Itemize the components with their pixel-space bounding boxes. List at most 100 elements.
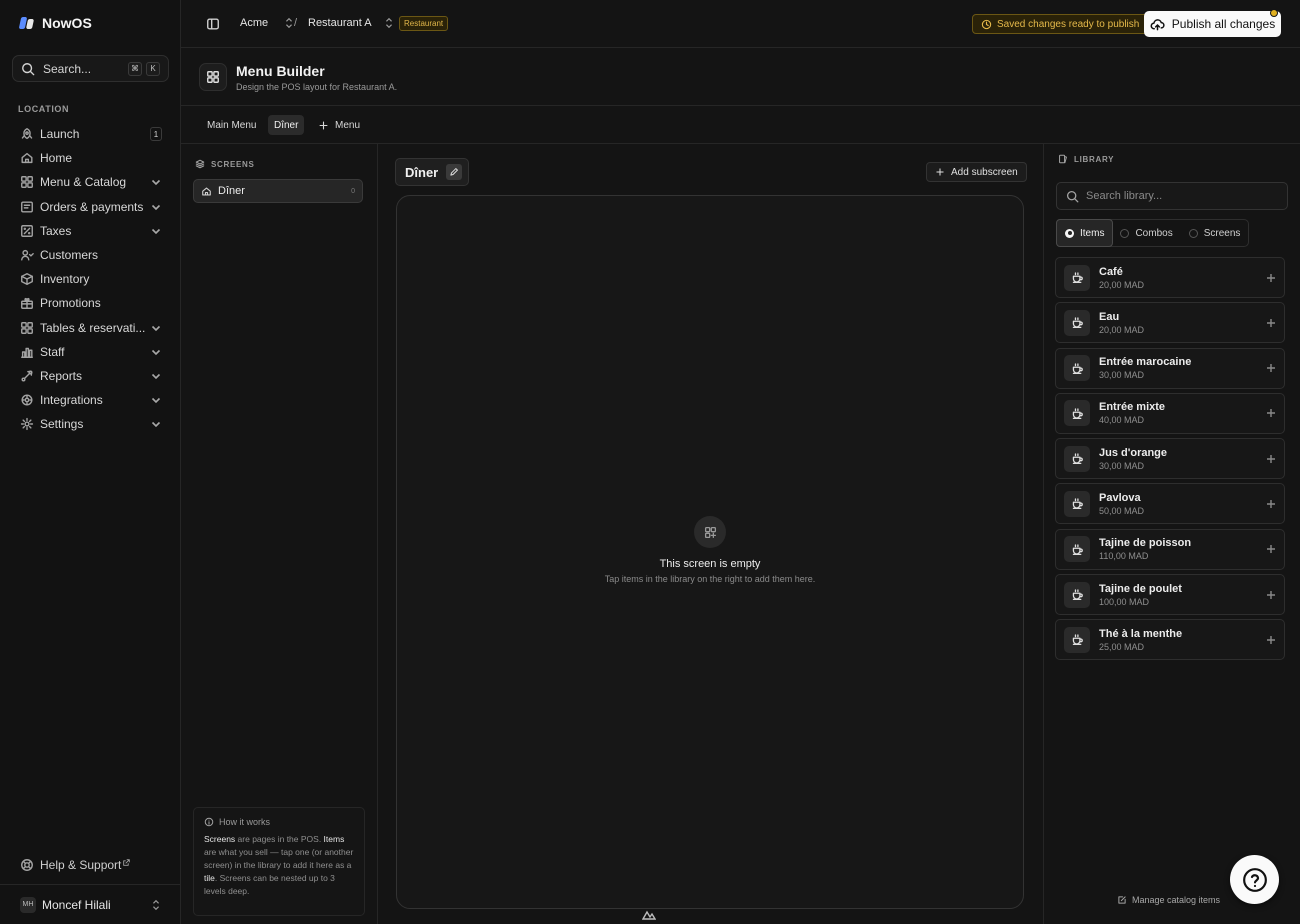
- how-text-2: are what you sell — tap one (or another …: [204, 847, 354, 870]
- library-item-name: Entrée mixte: [1099, 401, 1166, 414]
- library-tab-screens[interactable]: Screens: [1181, 220, 1249, 246]
- add-item-plus-icon[interactable]: [1266, 590, 1276, 600]
- sidebar-item-inventory[interactable]: Inventory: [14, 267, 168, 291]
- screen-canvas[interactable]: This screen is empty Tap items in the li…: [396, 195, 1024, 909]
- library-panel: LIBRARY Items Combos Screens Café20,00 M…: [1043, 144, 1300, 924]
- breadcrumb-separator: /: [294, 17, 298, 29]
- library-item[interactable]: Tajine de poulet 100,00 MAD: [1055, 574, 1285, 616]
- sidebar-toggle-button[interactable]: [206, 17, 220, 31]
- add-menu-button[interactable]: Menu: [312, 115, 366, 135]
- library-item[interactable]: Café 20,00 MAD: [1055, 257, 1285, 298]
- sidebar-item-orders-payments[interactable]: Orders & payments: [14, 195, 168, 219]
- staff-icon: [21, 347, 33, 358]
- sidebar-item-promotions[interactable]: Promotions: [14, 291, 168, 315]
- add-item-plus-icon[interactable]: [1266, 273, 1276, 283]
- home-icon: [202, 187, 211, 195]
- library-item-text: Entrée mixte 40,00 MAD: [1099, 401, 1266, 425]
- users-icon: [21, 249, 34, 261]
- library-item-text: Jus d'orange 30,00 MAD: [1099, 447, 1266, 471]
- percent-icon: [21, 224, 33, 237]
- library-item-list: Café 20,00 MAD Eau 20,00 MAD Entrée marocain…: [1055, 257, 1285, 665]
- add-item-plus-icon[interactable]: [1266, 408, 1276, 418]
- library-item-price: 20,00 MAD: [1099, 324, 1145, 335]
- library-item-text: Tajine de poisson 110,00 MAD: [1099, 537, 1266, 561]
- library-label: LIBRARY: [1074, 154, 1115, 164]
- add-item-plus-icon[interactable]: [1266, 363, 1276, 373]
- help-support-link[interactable]: Help & Support: [20, 858, 131, 872]
- library-search[interactable]: [1056, 182, 1288, 210]
- library-item[interactable]: Pavlova 50,00 MAD: [1055, 483, 1285, 525]
- sidebar-item-label: Staff: [40, 344, 65, 359]
- empty-state: This screen is empty Tap items in the li…: [397, 516, 1023, 584]
- library-item-name: Eau: [1099, 310, 1120, 323]
- pending-dot: [1270, 9, 1278, 17]
- sidebar-item-integrations[interactable]: Integrations: [14, 388, 168, 412]
- library-item[interactable]: Jus d'orange 30,00 MAD: [1055, 438, 1285, 480]
- library-item[interactable]: Thé à la menthe 25,00 MAD: [1055, 619, 1285, 661]
- sidebar-item-launch[interactable]: Launch 1: [14, 122, 168, 146]
- location-name: Restaurant A: [308, 17, 372, 29]
- box-icon: [21, 273, 33, 286]
- library-item[interactable]: Eau 20,00 MAD: [1055, 302, 1285, 344]
- screen-item-diner[interactable]: Dîner 0: [193, 179, 363, 203]
- how-term-screens: Screens: [204, 834, 236, 844]
- library-item-name: Pavlova: [1099, 491, 1141, 504]
- chevron-down-icon: [151, 180, 161, 186]
- external-link-icon: [123, 858, 131, 866]
- help-circle-icon: [21, 859, 33, 871]
- pencil-icon: [450, 168, 459, 176]
- help-label: Help & Support: [40, 858, 122, 872]
- add-item-plus-icon[interactable]: [1266, 454, 1276, 464]
- brand[interactable]: NowOS: [18, 15, 92, 31]
- publish-all-button[interactable]: Publish all changes: [1144, 9, 1281, 37]
- sidebar-item-home[interactable]: Home: [14, 146, 168, 170]
- help-chat-button[interactable]: [1230, 855, 1279, 904]
- add-item-plus-icon[interactable]: [1266, 499, 1276, 509]
- manage-catalog-link[interactable]: Manage catalog items: [1117, 895, 1220, 905]
- org-switcher[interactable]: Acme: [240, 17, 294, 29]
- add-subscreen-button[interactable]: Add subscreen: [926, 162, 1027, 182]
- menu-builder-icon: [199, 63, 227, 91]
- sidebar-item-settings[interactable]: Settings: [14, 412, 168, 436]
- home-icon: [21, 153, 33, 164]
- sidebar-item-tables-reservati[interactable]: Tables & reservati...: [14, 316, 168, 340]
- screens-panel: SCREENS Dîner 0 How it works Screens are…: [181, 144, 378, 924]
- cup-icon: [1064, 355, 1090, 382]
- screen-title: Dîner: [405, 164, 439, 180]
- library-item[interactable]: Entrée marocaine 30,00 MAD: [1055, 347, 1285, 389]
- user-menu[interactable]: MH Moncef Hilali: [0, 884, 181, 924]
- radio-icon: [1120, 228, 1130, 238]
- how-term-tile: tile: [204, 873, 215, 883]
- library-search-input[interactable]: [1086, 190, 1276, 202]
- library-tab-combos[interactable]: Combos: [1112, 220, 1180, 246]
- library-item[interactable]: Tajine de poisson 110,00 MAD: [1055, 528, 1285, 570]
- add-item-plus-icon[interactable]: [1266, 318, 1276, 328]
- chart-icon: [21, 370, 33, 382]
- user-name: Moncef Hilali: [42, 897, 111, 912]
- sidebar-item-taxes[interactable]: Taxes: [14, 219, 168, 243]
- chevron-down-icon: [151, 373, 161, 380]
- add-item-plus-icon[interactable]: [1266, 544, 1276, 554]
- add-item-plus-icon[interactable]: [1266, 635, 1276, 645]
- library-tab-items[interactable]: Items: [1056, 219, 1114, 247]
- tab-diner[interactable]: Dîner: [268, 115, 305, 135]
- shortcut-key-k: K: [146, 61, 160, 76]
- library-item-price: 20,00 MAD: [1099, 279, 1145, 290]
- sidebar-item-customers[interactable]: Customers: [14, 243, 168, 267]
- library-item-name: Café: [1099, 265, 1123, 278]
- library-header: LIBRARY: [1058, 154, 1114, 164]
- sidebar-item-menu-catalog[interactable]: Menu & Catalog: [14, 170, 168, 194]
- location-switcher[interactable]: Restaurant A: [308, 17, 394, 29]
- radio-selected-icon: [1065, 228, 1074, 238]
- sidebar-item-staff[interactable]: Staff: [14, 340, 168, 364]
- search-icon: [22, 62, 35, 75]
- tab-main-menu[interactable]: Main Menu: [201, 115, 262, 135]
- sidebar-search[interactable]: Search... ⌘ K: [12, 55, 169, 82]
- chevron-down-icon: [151, 398, 161, 404]
- question-icon: [1242, 867, 1267, 892]
- library-item[interactable]: Entrée mixte 40,00 MAD: [1055, 392, 1285, 434]
- library-tab-label: Combos: [1135, 227, 1173, 239]
- sidebar-item-label: Tables & reservati...: [40, 320, 146, 335]
- sidebar-item-reports[interactable]: Reports: [14, 364, 168, 388]
- rename-screen-button[interactable]: [446, 164, 463, 180]
